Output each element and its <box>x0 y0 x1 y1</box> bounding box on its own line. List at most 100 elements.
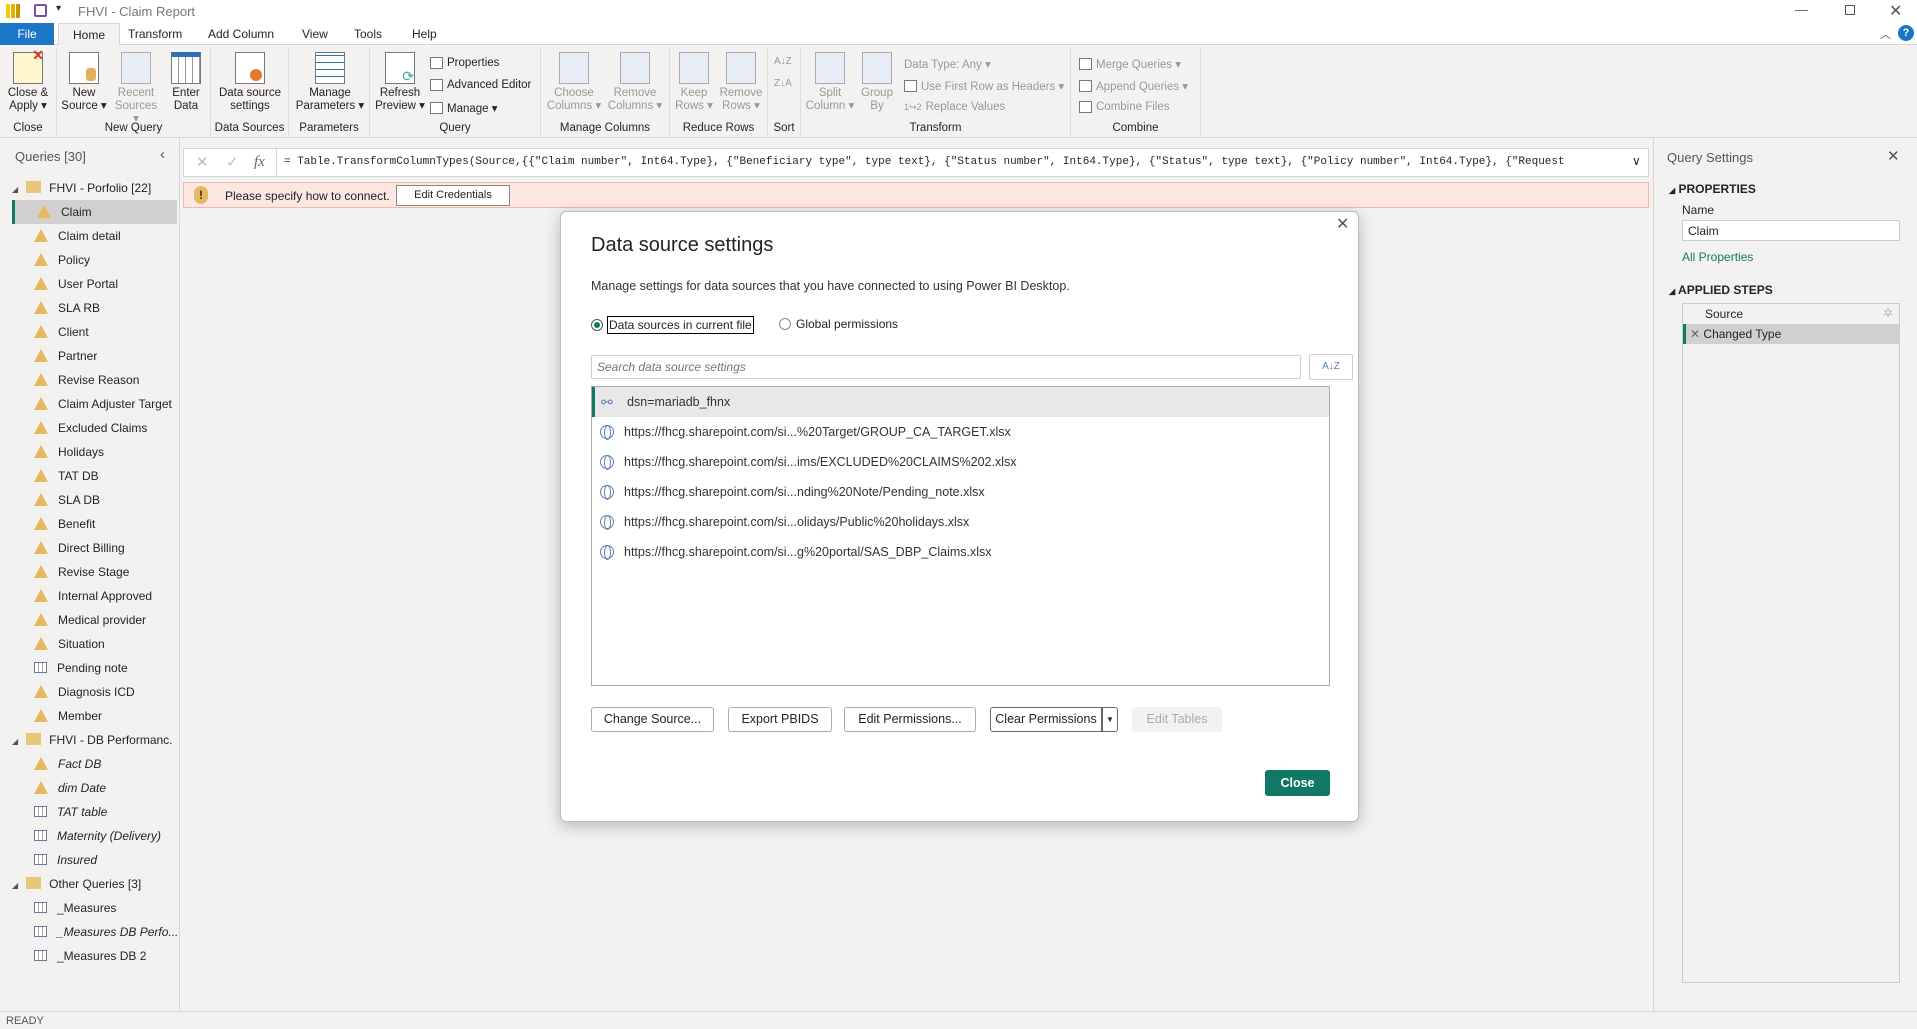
tab-file[interactable]: File <box>0 23 54 45</box>
query-group[interactable]: ◢ FHVI - Porfolio [22] <box>8 176 173 200</box>
query-item[interactable]: Excluded Claims <box>12 416 177 440</box>
sort-button[interactable]: A↓Z <box>1309 354 1353 380</box>
query-item[interactable]: _Measures DB Perfo... <box>12 920 177 944</box>
query-item[interactable]: Medical provider <box>12 608 177 632</box>
data-source-row[interactable]: https://fhcg.sharepoint.com/si...olidays… <box>592 507 1329 537</box>
append-queries-button[interactable]: Append Queries ▾ <box>1079 79 1188 93</box>
tab-tools[interactable]: Tools <box>340 23 396 45</box>
new-source-button[interactable]: New Source ▾ <box>61 50 107 113</box>
query-group[interactable]: ◢ FHVI - DB Performanc... <box>8 728 173 752</box>
collapse-pane-icon[interactable]: ‹ <box>160 146 165 163</box>
query-item[interactable]: Diagnosis ICD <box>12 680 177 704</box>
collapse-ribbon-icon[interactable]: ︿ <box>1880 26 1891 42</box>
query-item[interactable]: Direct Billing <box>12 536 177 560</box>
change-source-button[interactable]: Change Source... <box>591 707 714 732</box>
tab-transform[interactable]: Transform <box>114 23 196 45</box>
combine-files-button[interactable]: Combine Files <box>1079 101 1170 113</box>
data-source-row[interactable]: https://fhcg.sharepoint.com/si...%20Targ… <box>592 417 1329 447</box>
sort-descending-button[interactable]: Z↓A <box>774 78 792 89</box>
radio-current-file[interactable]: Data sources in current file <box>591 316 754 334</box>
replace-values-button[interactable]: 1↪2 Replace Values <box>904 101 1005 113</box>
data-source-row[interactable]: https://fhcg.sharepoint.com/si...g%20por… <box>592 537 1329 567</box>
close-query-settings-icon[interactable]: ✕ <box>1887 147 1900 165</box>
properties-button[interactable]: Properties <box>430 57 499 69</box>
tab-add-column[interactable]: Add Column <box>194 23 288 45</box>
tab-help[interactable]: Help <box>398 23 451 45</box>
refresh-preview-button[interactable]: ⟳ Refresh Preview ▾ <box>374 50 426 113</box>
query-item[interactable]: SLA RB <box>12 296 177 320</box>
query-item[interactable]: Fact DB <box>12 752 177 776</box>
query-item[interactable]: _Measures DB 2 <box>12 944 177 968</box>
help-icon[interactable]: ? <box>1898 25 1914 41</box>
expand-formula-icon[interactable]: ∨ <box>1632 154 1641 168</box>
quick-access-dropdown-icon[interactable]: ▾ <box>56 3 61 14</box>
query-item[interactable]: _Measures <box>12 896 177 920</box>
data-source-row[interactable]: ⚯ dsn=mariadb_fhnx <box>592 387 1329 417</box>
tab-view[interactable]: View <box>288 23 342 45</box>
save-icon[interactable] <box>34 4 47 17</box>
query-item[interactable]: Benefit <box>12 512 177 536</box>
export-pbids-button[interactable]: Export PBIDS <box>728 707 832 732</box>
data-source-row[interactable]: https://fhcg.sharepoint.com/si...ims/EXC… <box>592 447 1329 477</box>
query-item[interactable]: Member <box>12 704 177 728</box>
sort-ascending-button[interactable]: A↓Z <box>774 56 792 67</box>
recent-sources-button[interactable]: Recent Sources ▾ <box>111 50 161 126</box>
query-group[interactable]: ◢ Other Queries [3] <box>8 872 173 896</box>
properties-heading[interactable]: ◢ PROPERTIES <box>1669 182 1756 196</box>
query-item[interactable]: User Portal <box>12 272 177 296</box>
query-item[interactable]: dim Date <box>12 776 177 800</box>
query-item[interactable]: TAT table <box>12 800 177 824</box>
restore-button[interactable] <box>1845 5 1855 15</box>
query-item[interactable]: Partner <box>12 344 177 368</box>
remove-columns-button[interactable]: Remove Columns ▾ <box>605 50 665 113</box>
close-dialog-button[interactable]: Close <box>1265 770 1330 796</box>
manage-button[interactable]: Manage ▾ <box>430 101 498 115</box>
enter-data-button[interactable]: Enter Data <box>165 50 207 113</box>
edit-tables-button[interactable]: Edit Tables <box>1132 707 1222 732</box>
merge-queries-button[interactable]: Merge Queries ▾ <box>1079 57 1181 71</box>
formula-input[interactable]: = Table.TransformColumnTypes(Source,{{"C… <box>284 156 1614 168</box>
query-item[interactable]: Revise Stage <box>12 560 177 584</box>
query-item[interactable]: Holidays <box>12 440 177 464</box>
close-window-button[interactable]: ✕ <box>1889 1 1902 21</box>
data-source-settings-button[interactable]: Data source settings <box>215 50 285 113</box>
clear-permissions-dropdown[interactable]: ▼ <box>1102 707 1118 732</box>
query-item[interactable]: Insured <box>12 848 177 872</box>
keep-rows-button[interactable]: Keep Rows ▾ <box>673 50 715 113</box>
query-item[interactable]: Revise Reason <box>12 368 177 392</box>
query-item[interactable]: SLA DB <box>12 488 177 512</box>
tab-home[interactable]: Home <box>58 23 121 46</box>
radio-global-permissions[interactable]: Global permissions <box>779 317 898 331</box>
query-item[interactable]: Claim detail <box>12 224 177 248</box>
minimize-button[interactable]: — <box>1795 2 1808 17</box>
applied-steps-heading[interactable]: ◢ APPLIED STEPS <box>1669 283 1773 297</box>
use-first-row-headers-button[interactable]: Use First Row as Headers ▾ <box>904 79 1064 93</box>
query-item[interactable]: Maternity (Delivery) <box>12 824 177 848</box>
data-type-dropdown[interactable]: Data Type: Any ▾ <box>904 57 991 71</box>
choose-columns-button[interactable]: Choose Columns ▾ <box>545 50 603 113</box>
edit-permissions-button[interactable]: Edit Permissions... <box>844 707 976 732</box>
query-item[interactable]: Claim Adjuster Target <box>12 392 177 416</box>
manage-parameters-button[interactable]: Manage Parameters ▾ <box>292 50 368 113</box>
query-item[interactable]: TAT DB <box>12 464 177 488</box>
clear-permissions-button[interactable]: Clear Permissions <box>990 707 1102 732</box>
query-name-input[interactable]: Claim <box>1682 220 1900 241</box>
commit-formula-icon[interactable]: ✓ <box>226 153 239 171</box>
close-apply-button[interactable]: ✕ Close & Apply ▾ <box>3 48 53 113</box>
group-by-button[interactable]: Group By <box>859 50 895 113</box>
edit-credentials-button[interactable]: Edit Credentials <box>396 185 510 206</box>
fx-icon[interactable]: fx <box>254 154 265 171</box>
step-source[interactable]: Source ✲ <box>1683 304 1899 324</box>
data-source-row[interactable]: https://fhcg.sharepoint.com/si...nding%2… <box>592 477 1329 507</box>
delete-step-icon[interactable]: ✕ <box>1690 327 1700 341</box>
search-data-sources-input[interactable] <box>591 355 1301 379</box>
cancel-formula-icon[interactable]: ✕ <box>196 153 209 171</box>
all-properties-link[interactable]: All Properties <box>1682 250 1753 264</box>
query-item[interactable]: Situation <box>12 632 177 656</box>
query-item[interactable]: Internal Approved <box>12 584 177 608</box>
advanced-editor-button[interactable]: Advanced Editor <box>430 79 531 91</box>
gear-icon[interactable]: ✲ <box>1883 306 1893 320</box>
split-column-button[interactable]: Split Column ▾ <box>805 50 855 113</box>
query-item[interactable]: Client <box>12 320 177 344</box>
query-item[interactable]: Claim <box>12 200 177 224</box>
